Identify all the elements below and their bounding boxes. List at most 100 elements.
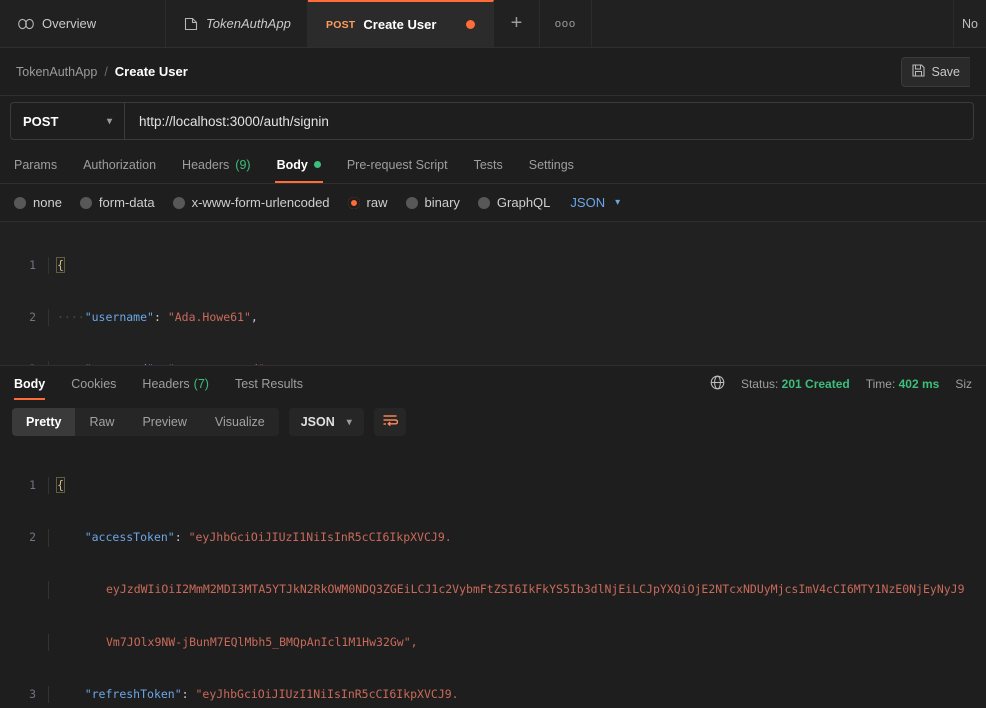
status-label: Status: bbox=[740, 377, 779, 392]
body-type-urlencoded-label: x-www-form-urlencoded bbox=[191, 195, 330, 210]
save-button[interactable]: Save bbox=[900, 56, 970, 87]
json-comma: , bbox=[250, 310, 258, 325]
response-tab-test-results-label: Test Results bbox=[234, 377, 304, 392]
code-line-wrap: eyJzdWIiOiI2MmM2MDI3MTA5YTJkN2RkOWM0NDQ3… bbox=[0, 581, 986, 599]
line-number: 3 bbox=[29, 686, 36, 701]
chevron-down-icon: ▾ bbox=[615, 197, 621, 208]
request-tab-authorization[interactable]: Authorization bbox=[70, 146, 169, 183]
request-tab-prerequest[interactable]: Pre-request Script bbox=[334, 146, 461, 183]
save-button-label: Save bbox=[931, 64, 961, 79]
response-tabs: Body Cookies Headers (7) Test Results bbox=[14, 366, 316, 402]
request-tab-headers[interactable]: Headers (9) bbox=[169, 146, 264, 183]
url-input[interactable]: http://localhost:3000/auth/signin bbox=[125, 114, 973, 129]
new-tab-button[interactable]: + bbox=[494, 0, 540, 47]
body-type-graphql[interactable]: GraphQL bbox=[477, 195, 551, 210]
request-tab-headers-count: (9) bbox=[235, 157, 251, 172]
request-tabs: Params Authorization Headers (9) Body Pr… bbox=[0, 146, 986, 184]
request-tab-settings-label: Settings bbox=[528, 157, 574, 172]
body-type-urlencoded[interactable]: x-www-form-urlencoded bbox=[172, 195, 330, 210]
line-number: 2 bbox=[29, 530, 36, 545]
json-colon: : bbox=[153, 310, 168, 325]
collection-icon bbox=[184, 17, 198, 31]
tab-create-user-label: Create User bbox=[363, 17, 437, 32]
json-value-access-token-part2: eyJzdWIiOiI2MmM2MDI3MTA5YTJkN2RkOWM0NDQ3… bbox=[106, 582, 965, 597]
json-key: "username" bbox=[84, 310, 154, 325]
tab-options-button[interactable]: ooo bbox=[540, 0, 592, 47]
save-icon bbox=[911, 63, 925, 80]
json-value-access-token-part1: "eyJhbGciOiJIUzI1NiIsInR5cCI6IkpXVCJ9. bbox=[188, 530, 452, 545]
tab-collection-label: TokenAuthApp bbox=[206, 16, 291, 31]
request-body-code: 1 { 2 ····"username": "Ada.Howe61", 3 ··… bbox=[0, 222, 986, 366]
http-method-value: POST bbox=[23, 113, 59, 129]
breadcrumb-collection[interactable]: TokenAuthApp bbox=[16, 65, 97, 79]
radio-none-icon bbox=[14, 196, 26, 209]
response-view-raw[interactable]: Raw bbox=[75, 408, 128, 436]
json-key-refresh-token: "refreshToken" bbox=[84, 686, 182, 701]
code-text: "refreshToken": "eyJhbGciOiJIUzI1NiIsInR… bbox=[48, 685, 986, 704]
code-line: 2 ····"username": "Ada.Howe61", bbox=[0, 309, 986, 327]
code-text: Vm7JOlx9NW-jBunM7EQlMbh5_BMQpAnIcl1M1Hw3… bbox=[48, 633, 986, 652]
postman-window: Overview TokenAuthApp POST Create User +… bbox=[0, 0, 986, 708]
code-text: ····"username": "Ada.Howe61", bbox=[48, 309, 986, 327]
wrap-lines-icon bbox=[382, 413, 398, 432]
json-colon: : bbox=[181, 686, 196, 701]
unsaved-changes-dot bbox=[466, 20, 475, 29]
request-body-editor[interactable]: 1 { 2 ····"username": "Ada.Howe61", 3 ··… bbox=[0, 222, 986, 367]
line-number: 2 bbox=[29, 310, 36, 325]
response-view-pretty[interactable]: Pretty bbox=[12, 408, 76, 437]
response-view-visualize[interactable]: Visualize bbox=[201, 408, 279, 436]
tab-collection[interactable]: TokenAuthApp bbox=[166, 0, 308, 47]
body-type-graphql-label: GraphQL bbox=[496, 195, 551, 210]
body-type-none[interactable]: none bbox=[14, 195, 62, 210]
breadcrumb-separator: / bbox=[104, 64, 108, 79]
body-type-form-data[interactable]: form-data bbox=[79, 195, 155, 210]
code-line: 1 { bbox=[0, 256, 986, 275]
response-tab-test-results[interactable]: Test Results bbox=[222, 366, 316, 402]
request-tab-tests-label: Tests bbox=[473, 157, 503, 172]
http-method-select[interactable]: POST ▾ bbox=[11, 103, 125, 139]
body-format-select[interactable]: JSON ▾ bbox=[570, 195, 620, 210]
body-type-binary-label: binary bbox=[424, 195, 460, 210]
request-tab-params[interactable]: Params bbox=[14, 146, 70, 183]
code-line-wrap: Vm7JOlx9NW-jBunM7EQlMbh5_BMQpAnIcl1M1Hw3… bbox=[0, 633, 986, 652]
response-tab-headers[interactable]: Headers (7) bbox=[129, 366, 222, 402]
code-text: "accessToken": "eyJhbGciOiJIUzI1NiIsInR5… bbox=[48, 529, 986, 547]
response-header: Body Cookies Headers (7) Test Results St… bbox=[0, 366, 986, 403]
request-tab-body-label: Body bbox=[276, 157, 308, 172]
body-type-raw[interactable]: raw bbox=[347, 195, 388, 210]
code-text: { bbox=[48, 476, 986, 495]
body-format-value: JSON bbox=[570, 195, 606, 210]
time-group: Time: 402 ms bbox=[866, 377, 940, 391]
response-tab-cookies[interactable]: Cookies bbox=[58, 366, 129, 402]
code-line: 2 "accessToken": "eyJhbGciOiJIUzI1NiIsIn… bbox=[0, 529, 986, 547]
response-tab-cookies-label: Cookies bbox=[71, 377, 117, 392]
body-type-binary[interactable]: binary bbox=[405, 195, 460, 210]
tab-overview[interactable]: Overview bbox=[0, 0, 166, 47]
url-input-group: POST ▾ http://localhost:3000/auth/signin bbox=[10, 102, 974, 140]
json-open-brace: { bbox=[56, 476, 65, 493]
body-type-form-data-label: form-data bbox=[98, 195, 155, 210]
globe-icon[interactable] bbox=[710, 375, 725, 393]
response-view-preview[interactable]: Preview bbox=[128, 408, 200, 436]
request-tab-params-label: Params bbox=[14, 157, 58, 172]
body-type-row: none form-data x-www-form-urlencoded raw… bbox=[0, 184, 986, 222]
request-tab-prerequest-label: Pre-request Script bbox=[346, 157, 448, 172]
json-value-refresh-token-part1: "eyJhbGciOiJIUzI1NiIsInR5cCI6IkpXVCJ9. bbox=[195, 686, 459, 701]
line-number: 1 bbox=[29, 257, 36, 272]
tab-create-user[interactable]: POST Create User bbox=[308, 0, 494, 47]
wrap-lines-button[interactable] bbox=[373, 408, 406, 437]
response-tab-body[interactable]: Body bbox=[14, 366, 58, 402]
request-tab-authorization-label: Authorization bbox=[83, 157, 157, 172]
request-tab-settings[interactable]: Settings bbox=[516, 146, 587, 183]
radio-raw-icon bbox=[347, 196, 360, 209]
response-tab-headers-count: (7) bbox=[193, 377, 209, 392]
response-body-code: 1 { 2 "accessToken": "eyJhbGciOiJIUzI1Ni… bbox=[0, 442, 986, 708]
request-tab-body[interactable]: Body bbox=[264, 146, 334, 183]
response-format-select[interactable]: JSON ▾ bbox=[288, 408, 364, 437]
request-tab-tests[interactable]: Tests bbox=[461, 146, 516, 183]
request-tab-headers-label: Headers bbox=[182, 157, 230, 172]
body-type-raw-label: raw bbox=[366, 195, 388, 210]
line-number: 1 bbox=[29, 477, 36, 492]
environment-selector[interactable]: No bbox=[954, 0, 986, 47]
response-body-viewer[interactable]: 1 { 2 "accessToken": "eyJhbGciOiJIUzI1Ni… bbox=[0, 442, 986, 708]
